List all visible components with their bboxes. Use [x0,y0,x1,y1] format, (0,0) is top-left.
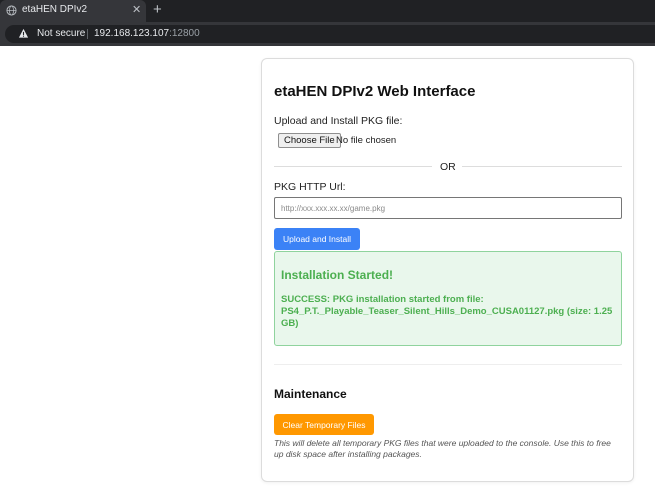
success-message: SUCCESS: PKG installation started from f… [281,294,613,329]
url-text[interactable]: 192.168.123.107:12800 [94,28,200,39]
choose-file-button[interactable]: Choose File [278,133,341,148]
maintenance-divider [274,364,622,365]
clear-temp-files-button[interactable]: Clear Temporary Files [274,414,374,435]
new-tab-icon[interactable]: + [153,1,162,19]
address-bar[interactable]: Not secure 192.168.123.107:12800 [5,25,655,43]
or-divider-right [462,166,622,167]
page-title: etaHEN DPIv2 Web Interface [274,83,476,100]
browser-toolbar: Not secure 192.168.123.107:12800 [0,22,655,46]
success-title: Installation Started! [281,268,394,282]
pkg-url-input[interactable] [274,197,622,219]
url-label: PKG HTTP Url: [274,181,346,193]
url-host: 192.168.123.107 [94,28,170,39]
globe-icon [6,5,17,16]
tab-strip: etaHEN DPIv2 ✕ + [0,0,655,22]
browser-tab[interactable]: etaHEN DPIv2 ✕ [0,0,146,22]
or-divider-left [274,166,432,167]
main-card: etaHEN DPIv2 Web Interface Upload and In… [261,58,634,482]
success-message-box: Installation Started! SUCCESS: PKG insta… [274,251,622,346]
upload-label: Upload and Install PKG file: [274,115,403,127]
maintenance-title: Maintenance [274,387,347,401]
maintenance-note: This will delete all temporary PKG files… [274,438,611,459]
address-divider [87,29,88,39]
no-file-text: No file chosen [336,135,397,146]
security-label[interactable]: Not secure [37,28,85,39]
or-text: OR [440,161,456,173]
close-icon[interactable]: ✕ [132,3,141,17]
upload-install-button[interactable]: Upload and Install [274,228,360,250]
tab-title: etaHEN DPIv2 [22,4,88,15]
warning-icon[interactable] [18,28,29,39]
url-port: :12800 [169,28,200,39]
